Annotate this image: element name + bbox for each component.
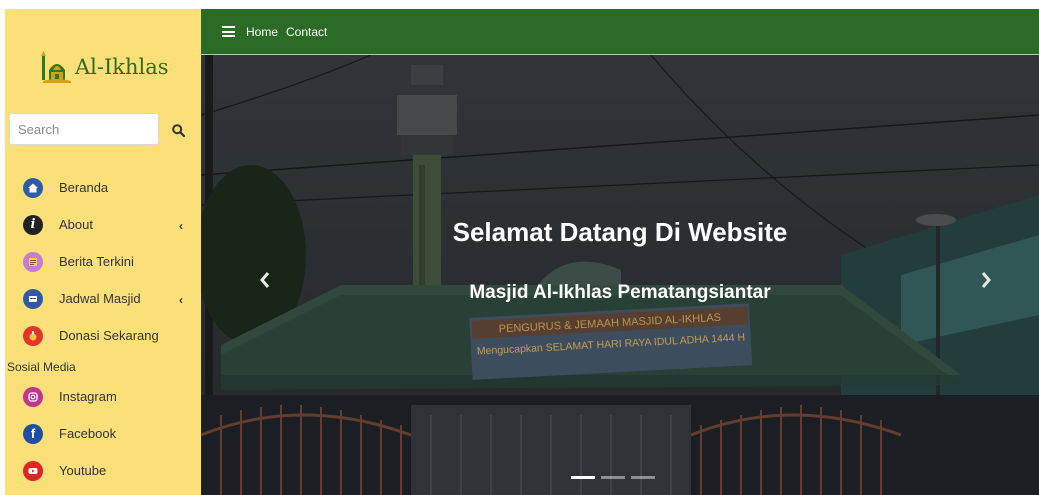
mosque-logo-icon — [39, 50, 73, 84]
carousel-indicators — [571, 476, 661, 479]
carousel-indicator[interactable] — [571, 476, 595, 479]
sidebar-item-label: Youtube — [59, 463, 107, 478]
sidebar-nav: Beranda i About ‹ Berita Terkini Jadwal … — [5, 169, 201, 354]
search-icon[interactable] — [167, 119, 189, 141]
sidebar-item-youtube[interactable]: Youtube — [5, 452, 201, 489]
sidebar-item-about[interactable]: i About ‹ — [5, 206, 201, 243]
carousel-indicator[interactable] — [601, 476, 625, 479]
brand-logo[interactable]: Al-Ikhlas — [39, 49, 179, 85]
sidebar-item-beranda[interactable]: Beranda — [5, 169, 201, 206]
instagram-icon — [23, 386, 43, 407]
sidebar-item-berita-terkini[interactable]: Berita Terkini — [5, 243, 201, 280]
search-input[interactable] — [9, 113, 159, 145]
sidebar-item-facebook[interactable]: f Facebook — [5, 415, 201, 452]
sidebar-item-instagram[interactable]: Instagram — [5, 378, 201, 415]
hero-carousel: PENGURUS & JEMAAH MASJID AL-IKHLAS Mengu… — [201, 55, 1039, 495]
home-icon — [23, 177, 43, 198]
mosque-photo: PENGURUS & JEMAAH MASJID AL-IKHLAS Mengu… — [201, 55, 1039, 495]
carousel-indicator[interactable] — [631, 476, 655, 479]
sidebar-item-label: About — [59, 217, 93, 232]
facebook-icon: f — [23, 423, 43, 444]
sidebar-item-label: Beranda — [59, 180, 109, 195]
sidebar-item-jadwal-masjid[interactable]: Jadwal Masjid ‹ — [5, 280, 201, 317]
search-form — [9, 113, 197, 145]
sidebar-item-label: Donasi Sekarang — [59, 328, 159, 343]
carousel-next-button[interactable] — [976, 267, 996, 293]
brand-name: Al-Ikhlas — [75, 55, 169, 79]
info-icon: i — [23, 214, 43, 235]
youtube-icon — [23, 460, 43, 481]
sidebar-item-label: Facebook — [59, 426, 117, 441]
hamburger-icon[interactable] — [222, 26, 235, 37]
section-label-social: Sosial Media — [7, 360, 76, 374]
nav-link-contact[interactable]: Contact — [286, 25, 327, 39]
sidebar-item-label: Jadwal Masjid — [59, 291, 141, 306]
sidebar-item-label: Instagram — [59, 389, 117, 404]
top-strip — [0, 0, 1039, 9]
donation-icon — [23, 325, 43, 346]
chevron-left-icon — [260, 272, 270, 288]
sidebar: Al-Ikhlas Beranda i About ‹ — [5, 9, 201, 495]
hero-title: Selamat Datang Di Website — [452, 217, 788, 247]
nav-link-home[interactable]: Home — [246, 25, 278, 39]
sidebar-item-donasi-sekarang[interactable]: Donasi Sekarang — [5, 317, 201, 354]
chevron-left-icon[interactable]: ‹ — [179, 293, 183, 307]
chevron-left-icon[interactable]: ‹ — [179, 219, 183, 233]
hero-subtitle: Masjid Al-Ikhlas Pematangsiantar — [469, 282, 771, 303]
top-navbar: Home Contact — [201, 9, 1039, 54]
chevron-right-icon — [981, 272, 991, 288]
carousel-prev-button[interactable] — [255, 267, 275, 293]
schedule-icon — [23, 288, 43, 309]
news-icon — [23, 251, 43, 272]
sidebar-item-label: Berita Terkini — [59, 254, 134, 269]
social-nav: Instagram f Facebook Youtube — [5, 378, 201, 489]
